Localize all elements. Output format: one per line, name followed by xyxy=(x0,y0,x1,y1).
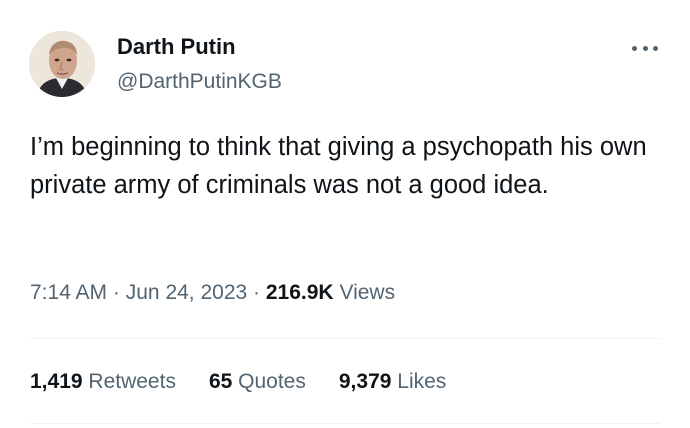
ellipsis-icon xyxy=(642,45,648,51)
ellipsis-icon xyxy=(653,45,658,51)
ellipsis-icon xyxy=(632,45,637,51)
meta-separator: · xyxy=(253,281,261,304)
retweets-stat[interactable]: 1,419 Retweets xyxy=(30,368,176,396)
quotes-count: 65 xyxy=(208,370,233,393)
tweet-time[interactable]: 7:14 AM xyxy=(30,281,107,304)
views-count: 216.9K xyxy=(265,281,334,304)
profile-photo-avatar-icon xyxy=(29,31,95,97)
meta-separator: · xyxy=(112,281,120,304)
likes-stat[interactable]: 9,379 Likes xyxy=(339,368,446,396)
display-name[interactable]: Darth Putin xyxy=(117,33,236,61)
views-label: Views xyxy=(339,281,396,304)
retweets-count: 1,419 xyxy=(30,370,83,393)
retweets-label: Retweets xyxy=(88,370,176,393)
tweet-meta: 7:14 AM · Jun 24, 2023 · 216.9K Views xyxy=(30,279,395,307)
likes-count: 9,379 xyxy=(338,370,392,393)
avatar[interactable] xyxy=(29,31,95,97)
more-options-button[interactable] xyxy=(630,38,660,58)
likes-label: Likes xyxy=(397,370,447,393)
tweet-date[interactable]: Jun 24, 2023 xyxy=(126,281,247,304)
quotes-label: Quotes xyxy=(238,370,306,393)
divider xyxy=(30,423,660,424)
divider xyxy=(30,338,660,339)
user-handle[interactable]: @DarthPutinKGB xyxy=(117,68,282,96)
quotes-stat[interactable]: 65 Quotes xyxy=(209,368,306,396)
tweet-text: I’m beginning to think that giving a psy… xyxy=(30,133,647,199)
engagement-stats: 1,419 Retweets 65 Quotes 9,379 Likes xyxy=(30,368,479,396)
